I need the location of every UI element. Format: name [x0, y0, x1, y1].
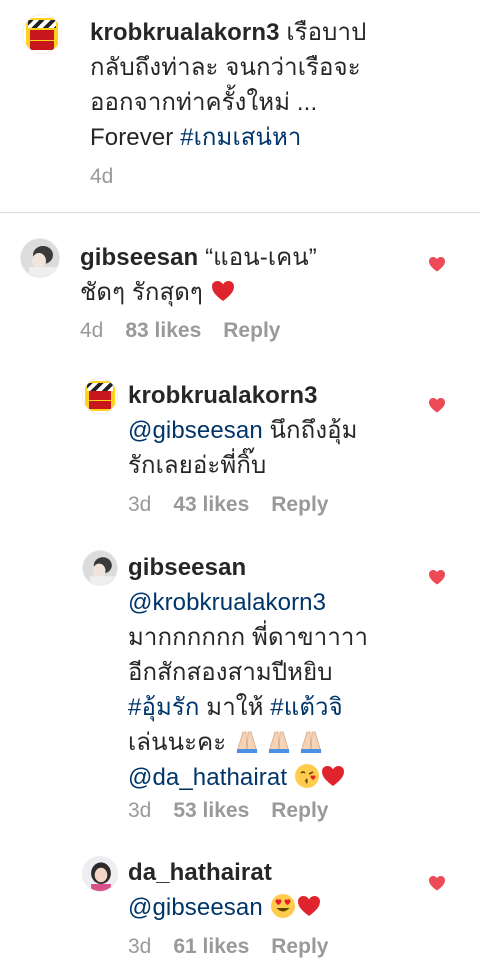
reply-button[interactable]: Reply — [271, 935, 328, 958]
reply-mention[interactable]: @gibseesan — [128, 417, 263, 444]
reply-username[interactable]: krobkrualakorn3 — [128, 382, 318, 409]
reply-time: 3d — [128, 799, 152, 822]
comment-time: 4d — [80, 319, 104, 342]
heart-eyes-emoji — [270, 894, 295, 918]
reply-likes[interactable]: 61 likes — [173, 935, 249, 958]
caption-hashtag[interactable]: #เกมเสน่หา — [180, 124, 301, 151]
caption-line3: ออกจากท่าครั้งใหม่ ... — [90, 89, 318, 116]
reply-time: 3d — [128, 935, 152, 958]
reply-button[interactable]: Reply — [271, 799, 328, 822]
reply-mention[interactable]: @da_hathairat — [128, 764, 287, 791]
reply-username[interactable]: da_hathairat — [128, 859, 272, 886]
reply-likes[interactable]: 43 likes — [173, 493, 249, 516]
reply-line3: อีกสักสองสามปีหยิบ — [128, 659, 333, 686]
caption-divider — [0, 212, 480, 213]
red-heart-emoji — [211, 281, 234, 301]
reply-line1: นึกถึงอุ้ม — [262, 417, 358, 444]
reply-line5: เล่นนะคะ — [128, 729, 234, 756]
reply-text: da_hathairat @gibseesan — [128, 855, 428, 925]
reply-text: krobkrualakorn3 @gibseesan นึกถึงอุ้ม รั… — [128, 378, 428, 483]
avatar-photo — [83, 551, 117, 585]
comment-line2: ชัดๆ รักสุดๆ — [80, 279, 210, 306]
avatar-photo — [21, 239, 59, 277]
heart-icon[interactable] — [428, 875, 446, 891]
caption-time: 4d — [90, 165, 114, 188]
channel-logo — [85, 381, 115, 411]
channel-logo — [26, 18, 58, 50]
reply-line4: มาให้ — [199, 694, 271, 721]
comment-likes[interactable]: 83 likes — [125, 319, 201, 342]
caption-username[interactable]: krobkrualakorn3 — [90, 19, 280, 46]
reply-time: 3d — [128, 493, 152, 516]
red-heart-emoji — [321, 766, 344, 786]
reply-line2: รักเลยอ่ะพี่กิ๊บ — [128, 452, 267, 479]
reply-likes[interactable]: 53 likes — [173, 799, 249, 822]
heart-icon[interactable] — [428, 569, 446, 585]
kiss-emoji — [294, 764, 319, 788]
reply-hashtag[interactable]: #แต้วจิ — [270, 694, 342, 721]
reply-mention[interactable]: @krobkrualakorn3 — [128, 589, 326, 616]
reply-avatar[interactable] — [82, 856, 118, 892]
reply-button[interactable]: Reply — [223, 319, 280, 342]
caption-line1: เรือบาป — [279, 19, 367, 46]
red-heart-emoji — [297, 896, 320, 916]
reply-avatar[interactable] — [82, 378, 118, 414]
reply-meta: 3d 61 likes Reply — [128, 935, 350, 959]
reply-text: gibseesan @krobkrualakorn3 มากกกกกก พี่ด… — [128, 550, 428, 795]
heart-icon[interactable] — [428, 256, 446, 272]
reply-avatar[interactable] — [82, 550, 118, 586]
avatar-photo — [83, 857, 117, 891]
caption-line2: กลับถึงท่าละ จนกว่าเรือจะ — [90, 54, 361, 81]
comment-avatar[interactable] — [20, 238, 60, 278]
caption-line4: Forever — [90, 124, 181, 151]
reply-meta: 3d 53 likes Reply — [128, 799, 350, 823]
reply-mention[interactable]: @gibseesan — [128, 894, 263, 921]
caption-meta: 4d — [90, 165, 135, 189]
comment-text: gibseesan “แอน-เคน” ชัดๆ รักสุดๆ — [80, 240, 420, 310]
comment-meta: 4d 83 likes Reply — [80, 319, 302, 343]
comment-line1: “แอน-เคน” — [198, 244, 317, 271]
caption-text: krobkrualakorn3 เรือบาป กลับถึงท่าละ จนก… — [90, 15, 470, 155]
heart-icon[interactable] — [428, 397, 446, 413]
pray-emoji — [236, 731, 322, 753]
reply-meta: 3d 43 likes Reply — [128, 493, 350, 517]
reply-button[interactable]: Reply — [271, 493, 328, 516]
caption-avatar[interactable] — [22, 14, 62, 54]
reply-hashtag[interactable]: #อุ้มรัก — [128, 694, 200, 721]
comment-username[interactable]: gibseesan — [80, 244, 198, 271]
reply-line2: มากกกกกก พี่ดาขาาาา — [128, 624, 369, 651]
reply-username[interactable]: gibseesan — [128, 554, 246, 581]
